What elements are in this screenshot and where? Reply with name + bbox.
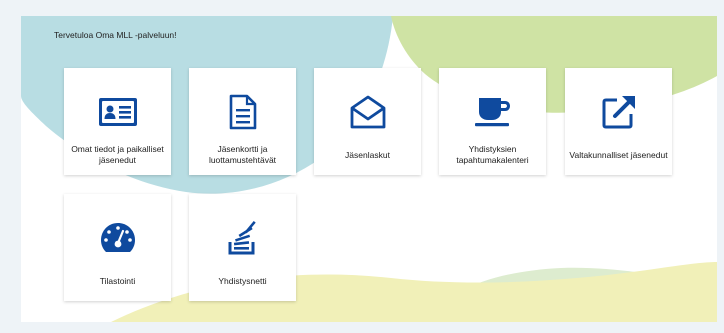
document-icon	[189, 94, 296, 130]
tile-label: Jäsenlaskut	[345, 149, 390, 160]
envelope-open-icon	[314, 94, 421, 130]
main-panel: Tervetuloa Oma MLL -palveluun! Omat tied…	[21, 16, 717, 322]
id-card-icon	[64, 94, 171, 130]
coffee-cup-icon	[439, 94, 546, 130]
tile-association-net[interactable]: Yhdistysnetti	[189, 194, 296, 301]
external-link-icon	[565, 94, 672, 130]
tile-invoices[interactable]: Jäsenlaskut	[314, 68, 421, 175]
stack-icon	[189, 220, 296, 256]
tile-label: Yhdistysnetti	[218, 275, 267, 286]
tile-label: Jäsenkortti ja luottamustehtävät	[208, 144, 277, 165]
tile-national-benefits[interactable]: Valtakunnalliset jäsenedut	[565, 68, 672, 175]
dashboard-gauge-icon	[64, 220, 171, 256]
tile-own-info[interactable]: Omat tiedot ja paikalliset jäsenedut	[64, 68, 171, 175]
page-frame: Tervetuloa Oma MLL -palveluun! Omat tied…	[0, 0, 724, 333]
welcome-text: Tervetuloa Oma MLL -palveluun!	[54, 30, 177, 40]
tile-label: Valtakunnalliset jäsenedut	[569, 149, 668, 160]
tile-event-calendar[interactable]: Yhdistyksien tapahtumakalenteri	[439, 68, 546, 175]
tile-statistics[interactable]: Tilastointi	[64, 194, 171, 301]
tile-label: Omat tiedot ja paikalliset jäsenedut	[71, 144, 164, 165]
tile-member-card[interactable]: Jäsenkortti ja luottamustehtävät	[189, 68, 296, 175]
tile-label: Yhdistyksien tapahtumakalenteri	[456, 144, 529, 165]
tile-label: Tilastointi	[99, 275, 136, 286]
